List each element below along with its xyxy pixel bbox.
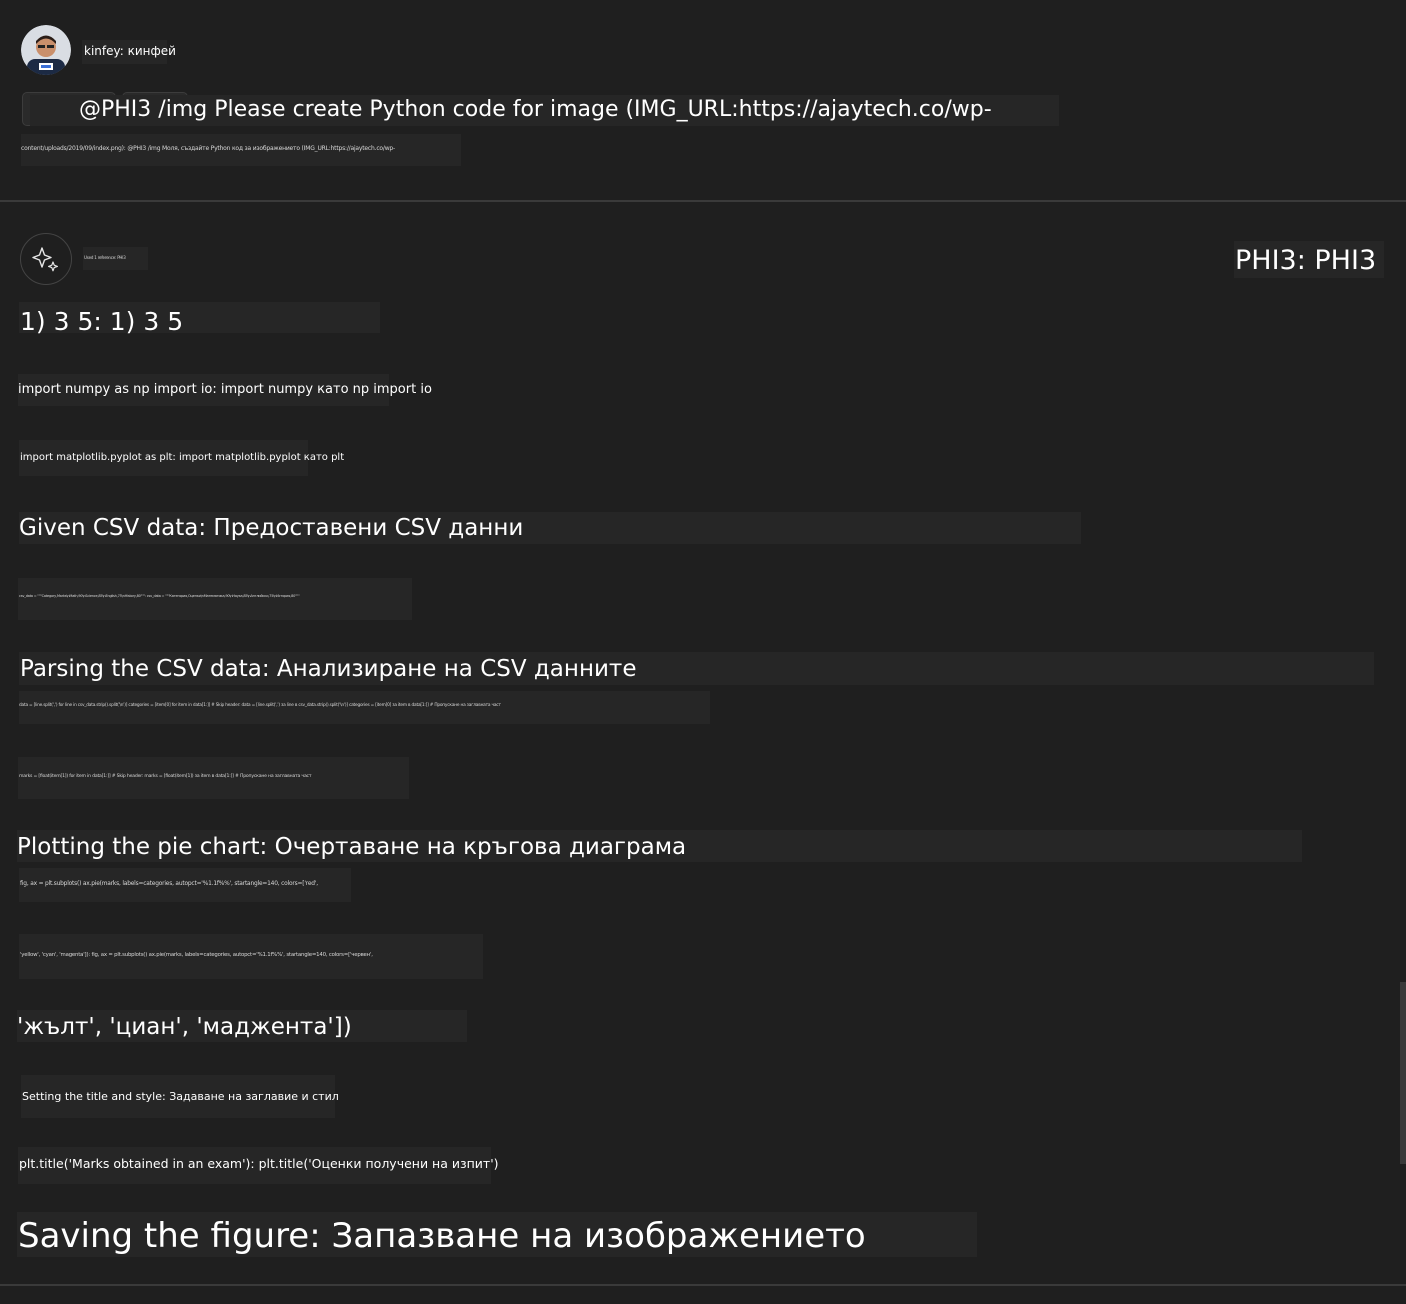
title-heading: Setting the title and style: Задаване на…: [22, 1090, 339, 1103]
sparkle-icon: [20, 233, 72, 285]
code-plot-2: 'yellow', 'cyan', 'magenta']): fig, ax =…: [20, 952, 373, 958]
user-avatar-icon[interactable]: [21, 25, 71, 75]
csv-heading: Given CSV data: Предоставени CSV данни: [19, 515, 524, 541]
vertical-scrollbar[interactable]: [1400, 982, 1406, 1164]
csv-data-band: [18, 578, 412, 620]
code-import-plt: import matplotlib.pyplot as plt: import …: [20, 452, 345, 463]
bottom-divider: [0, 1284, 1406, 1286]
save-heading: Saving the figure: Запазване на изображе…: [18, 1216, 866, 1256]
code-csv-data: csv_data = """Category,Marks\nMath,90\nS…: [19, 594, 300, 598]
user-prompt-line1: @PHI3 /img Please create Python code for…: [79, 97, 992, 122]
code-import-numpy: import numpy as np import io: import num…: [18, 382, 432, 397]
user-prompt-line2: content/uploads/2019/09/index.png): @PHI…: [21, 145, 395, 152]
parse-heading: Parsing the CSV data: Анализиране на CSV…: [20, 656, 637, 682]
code-plot-1: fig, ax = plt.subplots() ax.pie(marks, l…: [20, 881, 318, 887]
code-parse-2: marks = [float(item[1]) for item in data…: [19, 774, 312, 779]
colors-line: 'жълт', 'циан', 'маджента']): [17, 1014, 352, 1040]
step-line: 1) 3 5: 1) 3 5: [20, 307, 184, 336]
assistant-name-label: PHI3: PHI3: [1235, 245, 1377, 276]
message-divider: [0, 200, 1406, 202]
code-parse-1: data = [line.split(',') for line in csv_…: [19, 703, 501, 708]
plot-heading: Plotting the pie chart: Очертаване на кр…: [17, 834, 687, 860]
assistant-small-label: Used 1 reference: PHI3: [84, 255, 126, 260]
code-title: plt.title('Marks obtained in an exam'): …: [19, 1156, 499, 1171]
user-name-label: kinfey: кинфей: [84, 44, 176, 58]
